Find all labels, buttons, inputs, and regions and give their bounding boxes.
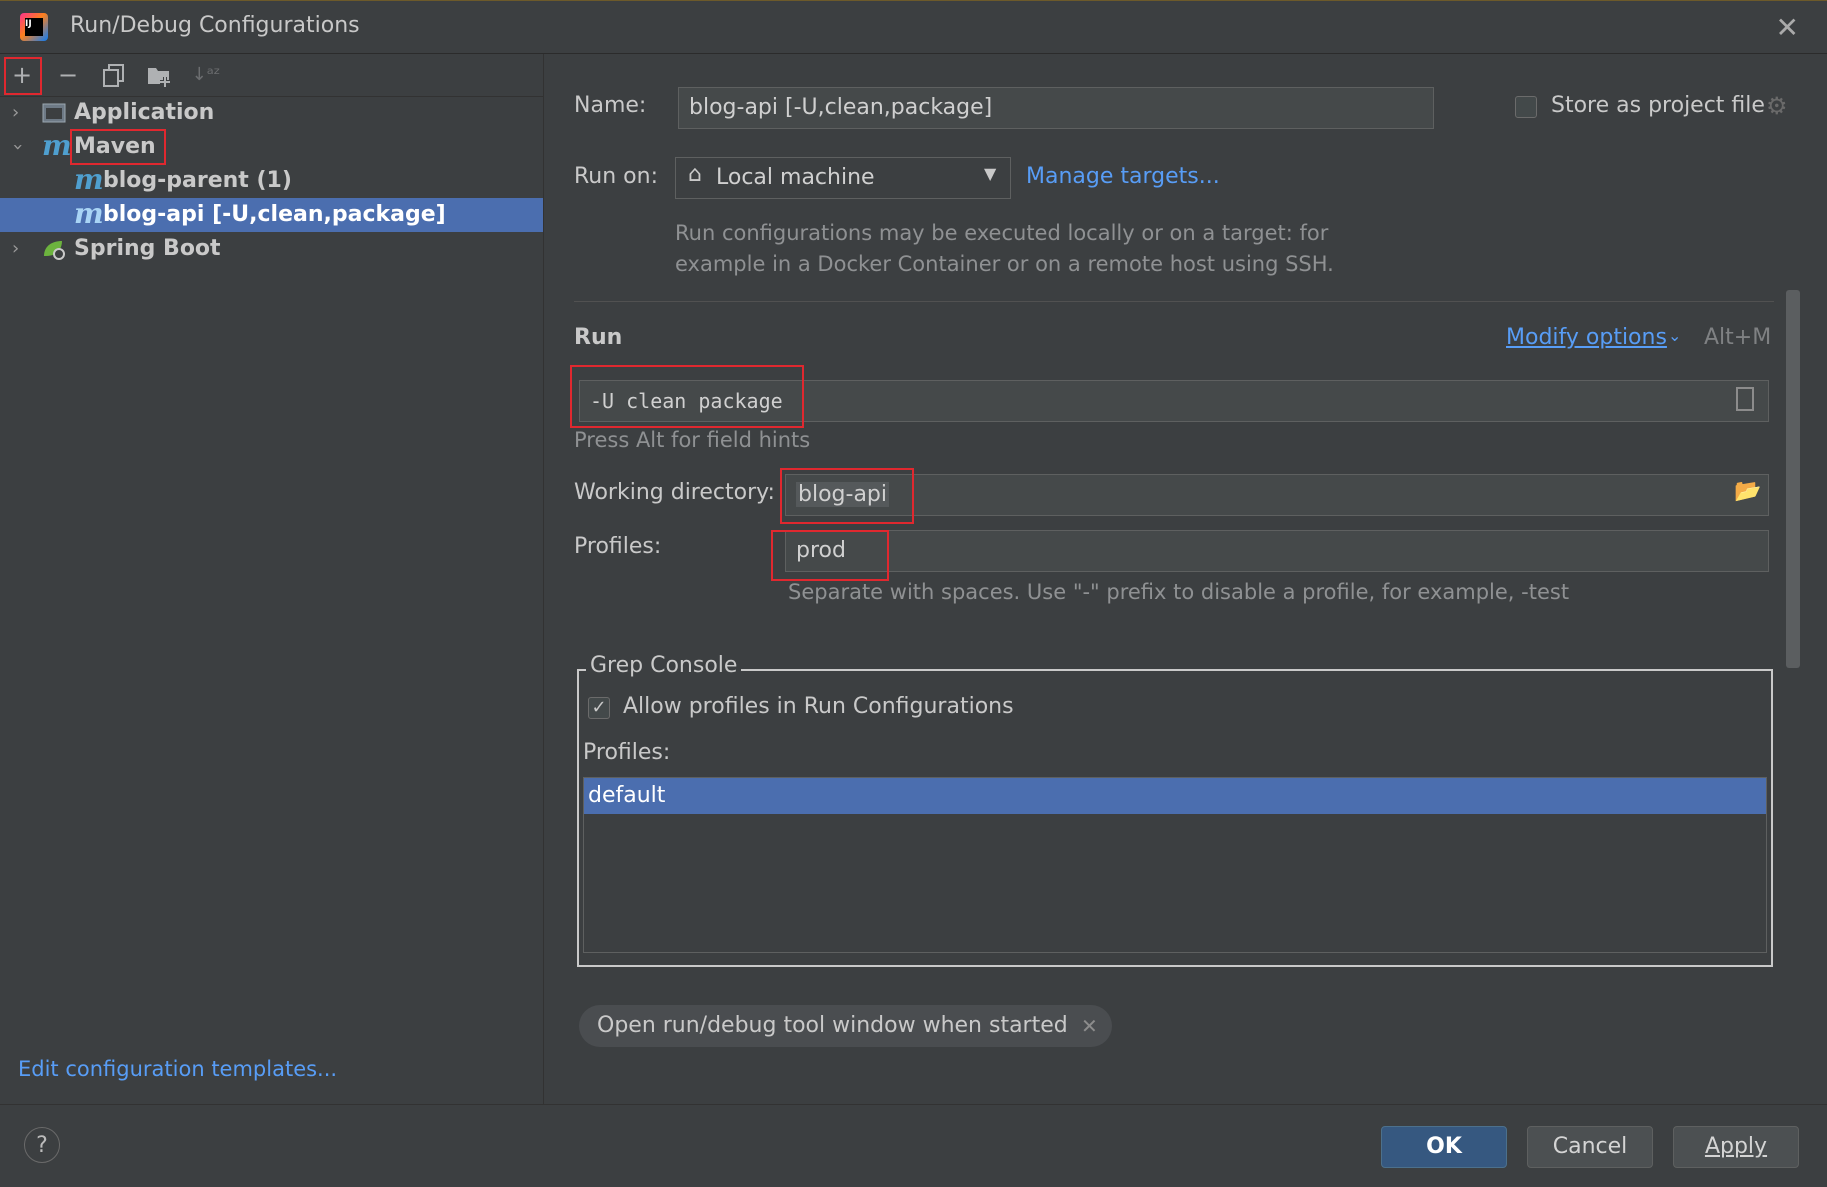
window-title: Run/Debug Configurations [70,13,360,38]
ok-button[interactable]: OK [1381,1126,1507,1168]
working-directory-label: Working directory: [574,480,775,505]
name-label: Name: [574,93,647,118]
run-debug-configurations-dialog: IJ Run/Debug Configurations ✕ + − ↓ᵃᶻ › … [0,0,1827,1185]
home-icon: ⌂ [688,162,702,187]
maven-icon: m [74,197,104,230]
copy-icon [103,64,124,87]
tree-item-label: Application [74,100,215,125]
configurations-tree-panel: + − ↓ᵃᶻ › Application › m Maven m blog-p… [0,54,544,1104]
apply-button[interactable]: Apply [1673,1126,1799,1168]
allow-profiles-label: Allow profiles in Run Configurations [623,694,1014,719]
profiles-input[interactable]: prod [785,530,1769,572]
run-section-title: Run [574,325,623,350]
tree-toolbar: + − ↓ᵃᶻ [0,54,543,97]
gear-icon[interactable]: ⚙ [1766,92,1788,120]
open-tool-window-option-chip[interactable]: Open run/debug tool window when started … [579,1005,1112,1047]
close-icon[interactable]: ✕ [1776,11,1799,44]
tree-item-label: blog-api [-U,clean,package] [103,202,446,227]
manage-targets-link[interactable]: Manage targets... [1026,164,1220,189]
grep-console-title: Grep Console [586,653,742,678]
tree-item-blog-api[interactable]: m blog-api [-U,clean,package] [0,198,543,232]
configuration-details-panel: Name: blog-api [-U,clean,package] Store … [544,54,1827,1104]
remove-configuration-button[interactable]: − [50,58,86,94]
vertical-scrollbar[interactable] [1786,290,1800,668]
chevron-down-icon: ▼ [984,164,997,183]
separator [574,301,1774,302]
title-bar: IJ Run/Debug Configurations ✕ [0,1,1827,54]
maven-command-line-input[interactable]: -U clean package [579,380,1769,422]
expand-editor-icon[interactable] [1736,387,1754,411]
tree-item-spring-boot[interactable]: › Spring Boot [0,232,543,266]
cancel-button[interactable]: Cancel [1527,1126,1653,1168]
chip-label: Open run/debug tool window when started [597,1013,1068,1038]
run-on-label: Run on: [574,164,658,189]
chevron-right-icon: › [12,238,20,259]
maven-icon: m [42,129,72,162]
chevron-right-icon: › [12,102,20,123]
tree-item-label: Spring Boot [74,236,221,261]
run-on-hint-line-1: Run configurations may be executed local… [675,221,1329,245]
folder-plus-icon [148,68,170,87]
folder-open-icon[interactable]: 📂 [1734,479,1761,504]
add-configuration-button[interactable]: + [4,58,40,94]
tree-item-maven[interactable]: › m Maven [0,129,543,165]
store-as-project-file-label: Store as project file [1551,93,1765,118]
run-on-dropdown[interactable]: Local machine [675,157,1011,199]
run-on-hint-line-2: example in a Docker Container or on a re… [675,252,1334,276]
run-on-value: Local machine [716,165,875,190]
tree-item-label: blog-parent (1) [103,168,292,193]
field-hints-text: Press Alt for field hints [574,428,811,452]
help-button[interactable]: ? [24,1127,60,1163]
new-folder-button[interactable] [142,58,178,94]
spring-boot-icon [44,241,65,260]
close-icon[interactable]: ✕ [1081,1005,1098,1047]
store-as-project-file-checkbox[interactable] [1515,96,1537,118]
modify-options-shortcut: Alt+M [1704,325,1772,350]
tree-item-blog-parent[interactable]: m blog-parent (1) [0,164,543,198]
working-directory-input[interactable]: blog-api [785,474,1769,516]
allow-profiles-checkbox[interactable]: ✓ [588,697,610,719]
chevron-down-icon: › [7,143,29,151]
maven-icon: m [74,163,104,196]
copy-configuration-button[interactable] [96,58,132,94]
chevron-down-icon: ⌄ [1668,326,1682,345]
profiles-hint: Separate with spaces. Use "-" prefix to … [788,580,1570,604]
name-input[interactable]: blog-api [-U,clean,package] [678,87,1434,129]
grep-profiles-list[interactable]: default [583,777,1767,953]
dialog-footer: ? OK Cancel Apply [0,1104,1827,1187]
sort-configurations-button[interactable]: ↓ᵃᶻ [188,58,224,94]
working-directory-value: blog-api [796,482,889,507]
sort-az-icon: ↓ᵃᶻ [191,64,221,85]
list-item[interactable]: default [584,778,1766,814]
application-icon [42,103,66,123]
tree-item-label: Maven [74,134,156,159]
intellij-logo-icon: IJ [20,13,48,41]
profiles-label: Profiles: [574,534,662,559]
grep-profiles-label: Profiles: [583,740,671,765]
edit-configuration-templates-link[interactable]: Edit configuration templates... [18,1057,337,1081]
tree-item-application[interactable]: › Application [0,96,543,130]
modify-options-link[interactable]: Modify options [1506,325,1667,350]
